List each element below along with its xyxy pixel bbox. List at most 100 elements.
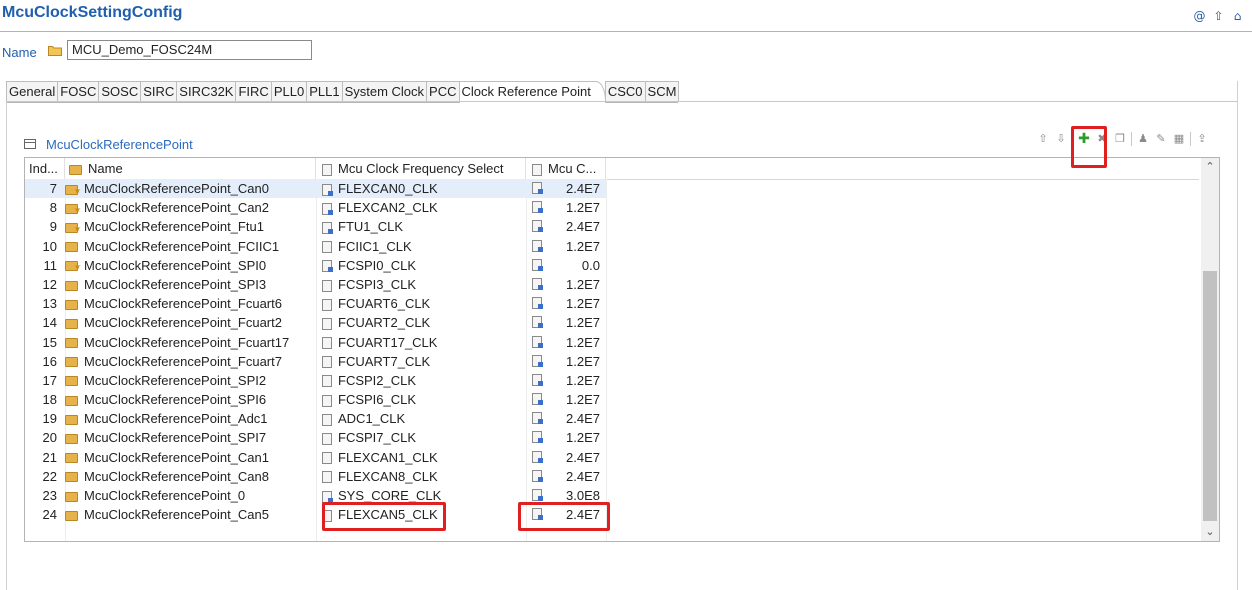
- table-row[interactable]: 7 McuClockReferencePoint_Can0 FLEXCAN0_CLK…: [25, 179, 1199, 199]
- row-freq-cell[interactable]: 1.2E7: [526, 237, 606, 256]
- vertical-scrollbar[interactable]: ⌃ ⌄: [1201, 158, 1219, 541]
- row-name-cell[interactable]: McuClockReferencePoint_Fcuart17: [65, 333, 316, 352]
- row-name-cell[interactable]: McuClockReferencePoint_Fcuart7: [65, 352, 316, 371]
- row-freq-select-cell[interactable]: FCSPI0_CLK: [316, 256, 526, 275]
- table-row[interactable]: 8 McuClockReferencePoint_Can2 FLEXCAN2_CLK…: [25, 198, 1199, 218]
- row-freq-select-cell[interactable]: FCIIC1_CLK: [316, 237, 526, 256]
- table-row[interactable]: 10 McuClockReferencePoint_FCIIC1 FCIIC1_CL…: [25, 237, 1199, 256]
- row-freq-select-cell[interactable]: FCSPI2_CLK: [316, 371, 526, 390]
- column-header-name[interactable]: Name: [65, 158, 316, 179]
- table-row[interactable]: 20 McuClockReferencePoint_SPI7 FCSPI7_CLK 1…: [25, 428, 1199, 447]
- tab-csc0[interactable]: CSC0: [604, 81, 646, 102]
- table-row[interactable]: 22 McuClockReferencePoint_Can8 FLEXCAN8_CL…: [25, 467, 1199, 486]
- tab-pll0[interactable]: PLL0: [270, 81, 308, 102]
- tab-fosc[interactable]: FOSC: [57, 81, 100, 102]
- row-freq-cell[interactable]: 2.4E7: [526, 505, 606, 524]
- row-name-cell[interactable]: McuClockReferencePoint_Can5: [65, 505, 316, 524]
- delete-icon[interactable]: ✖: [1095, 132, 1109, 146]
- copy-icon[interactable]: ❐: [1113, 132, 1127, 146]
- row-freq-select-cell[interactable]: FCSPI3_CLK: [316, 275, 526, 294]
- row-freq-select-cell[interactable]: FLEXCAN5_CLK: [316, 505, 526, 524]
- tab-system-clock[interactable]: System Clock: [341, 81, 428, 102]
- tab-firc[interactable]: FIRC: [235, 81, 272, 102]
- row-name-cell[interactable]: McuClockReferencePoint_Adc1: [65, 409, 316, 428]
- table-row[interactable]: 21 McuClockReferencePoint_Can1 FLEXCAN1_CL…: [25, 448, 1199, 467]
- row-freq-select-cell[interactable]: FCUART2_CLK: [316, 313, 526, 332]
- row-freq-cell[interactable]: 1.2E7: [526, 352, 606, 371]
- row-freq-select-cell[interactable]: FLEXCAN0_CLK: [316, 179, 526, 199]
- table-row[interactable]: 23 McuClockReferencePoint_0 SYS_CORE_CLK 3.…: [25, 486, 1199, 505]
- column-header-freq[interactable]: Mcu C...: [526, 158, 606, 179]
- row-name-cell[interactable]: McuClockReferencePoint_FCIIC1: [65, 237, 316, 256]
- row-freq-select-cell[interactable]: FLEXCAN1_CLK: [316, 448, 526, 467]
- row-name-cell[interactable]: McuClockReferencePoint_Can8: [65, 467, 316, 486]
- row-name-cell[interactable]: McuClockReferencePoint_SPI3: [65, 275, 316, 294]
- edit-icon[interactable]: ✎: [1154, 132, 1168, 146]
- tab-sosc[interactable]: SOSC: [98, 81, 142, 102]
- row-freq-cell[interactable]: 3.0E8: [526, 486, 606, 505]
- row-freq-cell[interactable]: 2.4E7: [526, 448, 606, 467]
- tab-pcc[interactable]: PCC: [426, 81, 460, 102]
- home-icon[interactable]: ⌂: [1231, 9, 1244, 23]
- table-row[interactable]: 14 McuClockReferencePoint_Fcuart2 FCUART2_…: [25, 313, 1199, 332]
- row-freq-cell[interactable]: 1.2E7: [526, 275, 606, 294]
- row-freq-select-cell[interactable]: ADC1_CLK: [316, 409, 526, 428]
- name-input[interactable]: MCU_Demo_FOSC24M: [67, 40, 312, 60]
- row-freq-cell[interactable]: 2.4E7: [526, 217, 606, 236]
- column-header-freq-select[interactable]: Mcu Clock Frequency Select: [316, 158, 526, 179]
- row-freq-select-cell[interactable]: FCSPI7_CLK: [316, 428, 526, 447]
- table-row[interactable]: 16 McuClockReferencePoint_Fcuart7 FCUART7_…: [25, 352, 1199, 371]
- row-name-cell[interactable]: McuClockReferencePoint_Fcuart2: [65, 313, 316, 332]
- scroll-up-icon[interactable]: ⌃: [1201, 158, 1219, 176]
- row-freq-cell[interactable]: 1.2E7: [526, 371, 606, 390]
- row-name-cell[interactable]: McuClockReferencePoint_Can1: [65, 448, 316, 467]
- row-name-cell[interactable]: McuClockReferencePoint_Ftu1: [65, 217, 316, 237]
- export-icon[interactable]: ⇪: [1195, 132, 1209, 146]
- row-freq-cell[interactable]: 1.2E7: [526, 294, 606, 313]
- move-up-icon[interactable]: ⇧: [1036, 132, 1050, 146]
- column-header-index[interactable]: Ind...: [25, 158, 65, 179]
- table-row[interactable]: 13 McuClockReferencePoint_Fcuart6 FCUART6_…: [25, 294, 1199, 313]
- row-freq-select-cell[interactable]: FCUART6_CLK: [316, 294, 526, 313]
- row-freq-cell[interactable]: 1.2E7: [526, 390, 606, 409]
- row-freq-cell[interactable]: 1.2E7: [526, 313, 606, 332]
- move-down-icon[interactable]: ⇩: [1054, 132, 1068, 146]
- scroll-thumb[interactable]: [1203, 271, 1217, 521]
- row-freq-cell[interactable]: 1.2E7: [526, 198, 606, 217]
- row-freq-select-cell[interactable]: SYS_CORE_CLK: [316, 486, 526, 505]
- row-name-cell[interactable]: McuClockReferencePoint_Can0: [65, 179, 316, 199]
- row-freq-select-cell[interactable]: FLEXCAN2_CLK: [316, 198, 526, 217]
- scroll-down-icon[interactable]: ⌄: [1201, 523, 1219, 541]
- tab-scm[interactable]: SCM: [644, 81, 680, 102]
- row-name-cell[interactable]: McuClockReferencePoint_SPI2: [65, 371, 316, 390]
- tab-sirc32k[interactable]: SIRC32K: [176, 81, 237, 102]
- row-freq-cell[interactable]: 2.4E7: [526, 179, 606, 199]
- row-freq-cell[interactable]: 2.4E7: [526, 409, 606, 428]
- tab-sirc[interactable]: SIRC: [140, 81, 178, 102]
- table-row[interactable]: 12 McuClockReferencePoint_SPI3 FCSPI3_CLK 1…: [25, 275, 1199, 294]
- row-freq-select-cell[interactable]: FLEXCAN8_CLK: [316, 467, 526, 486]
- row-freq-select-cell[interactable]: FTU1_CLK: [316, 217, 526, 236]
- row-freq-cell[interactable]: 1.2E7: [526, 333, 606, 352]
- tab-pll1[interactable]: PLL1: [306, 81, 343, 102]
- row-freq-cell[interactable]: 2.4E7: [526, 467, 606, 486]
- row-name-cell[interactable]: McuClockReferencePoint_SPI0: [65, 256, 316, 275]
- row-name-cell[interactable]: McuClockReferencePoint_Can2: [65, 198, 316, 217]
- row-name-cell[interactable]: McuClockReferencePoint_0: [65, 486, 316, 505]
- up-arrow-icon[interactable]: ⇧: [1212, 9, 1225, 23]
- table-edit-icon[interactable]: ▦: [1172, 132, 1186, 146]
- row-freq-cell[interactable]: 0.0: [526, 256, 606, 275]
- table-row[interactable]: 9 McuClockReferencePoint_Ftu1 FTU1_CLK 2.4E…: [25, 217, 1199, 237]
- user-icon[interactable]: ♟: [1136, 132, 1150, 146]
- row-name-cell[interactable]: McuClockReferencePoint_SPI6: [65, 390, 316, 409]
- row-freq-select-cell[interactable]: FCUART17_CLK: [316, 333, 526, 352]
- table-row[interactable]: 18 McuClockReferencePoint_SPI6 FCSPI6_CLK 1…: [25, 390, 1199, 409]
- table-row[interactable]: 17 McuClockReferencePoint_SPI2 FCSPI2_CLK 1…: [25, 371, 1199, 390]
- add-icon[interactable]: ✚: [1077, 132, 1091, 146]
- row-freq-select-cell[interactable]: FCSPI6_CLK: [316, 390, 526, 409]
- tab-general[interactable]: General: [6, 81, 59, 102]
- table-row[interactable]: 19 McuClockReferencePoint_Adc1 ADC1_CLK 2.4…: [25, 409, 1199, 428]
- row-name-cell[interactable]: McuClockReferencePoint_Fcuart6: [65, 294, 316, 313]
- at-icon[interactable]: @: [1193, 9, 1206, 23]
- table-row[interactable]: 15 McuClockReferencePoint_Fcuart17 FCUART1…: [25, 333, 1199, 352]
